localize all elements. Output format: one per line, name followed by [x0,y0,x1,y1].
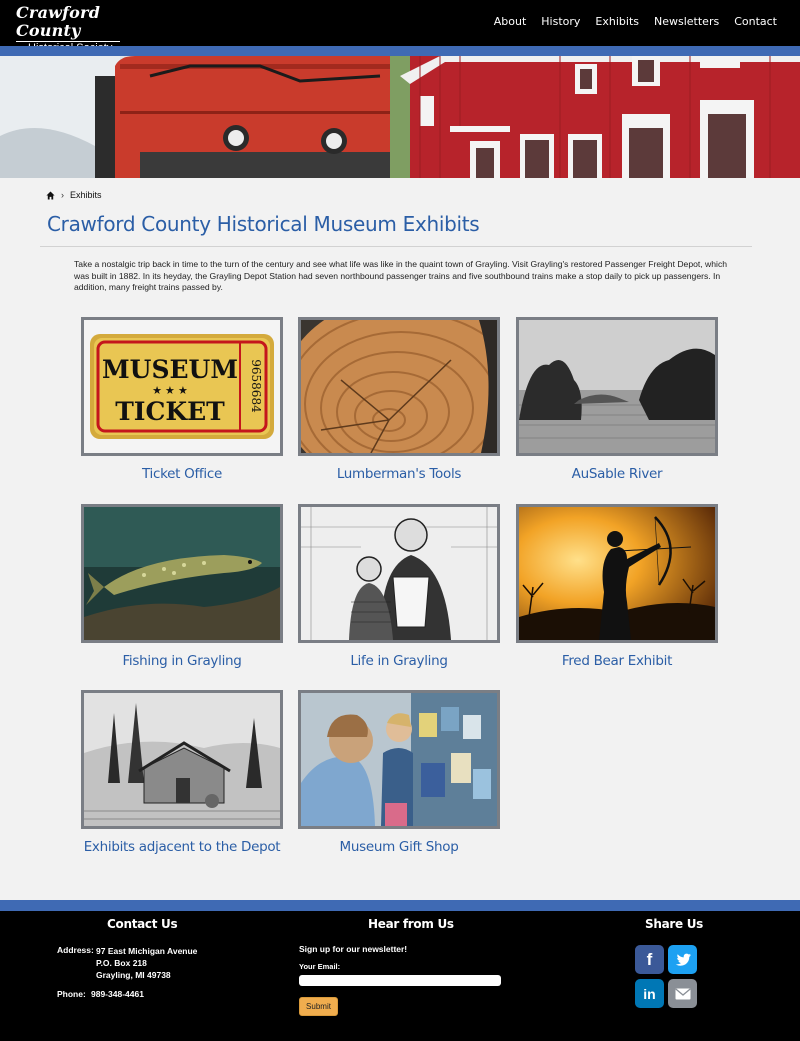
exhibit-image [298,690,500,829]
intro-paragraph: Take a nostalgic trip back in time to th… [74,259,728,292]
address-line: Grayling, MI 49738 [96,970,171,980]
email-label: Your Email: [299,962,341,971]
ticket-number: 9658684 [249,359,263,413]
header-accent-band [0,46,800,56]
envelope-icon[interactable] [668,979,697,1008]
exhibit-title: Lumberman's Tools [336,466,462,482]
exhibit-card-lumbermans-tools[interactable]: Lumberman's Tools [298,317,500,482]
address-line: 97 East Michigan Avenue [96,946,198,956]
submit-button[interactable]: Submit [299,997,338,1016]
phone-number[interactable]: 989-348-4461 [91,989,144,999]
exhibit-title: Life in Grayling [350,653,448,669]
exhibit-title: Fred Bear Exhibit [561,653,673,669]
exhibit-title: Museum Gift Shop [339,839,459,855]
nav-about[interactable]: About [494,15,527,28]
chevron-right-icon: › [61,190,64,200]
exhibit-card-exhibits-adjacent-to-depot[interactable]: Exhibits adjacent to the Depot [81,690,283,855]
phone-label: Phone: [57,989,86,999]
logo-script-text: Crawford County [16,3,101,40]
footer-accent-band [0,900,800,911]
ticket-line2: TICKET [115,397,225,426]
exhibit-card-ausable-river[interactable]: AuSable River [516,317,718,482]
newsletter-text: Sign up for our newsletter! [299,944,408,954]
twitter-icon[interactable] [668,945,697,974]
email-field[interactable] [299,975,501,986]
exhibit-image [81,690,283,829]
ticket-stars: ★ ★ ★ [152,385,188,397]
site-logo[interactable]: Crawford County Historical Society [16,3,128,54]
nav-exhibits[interactable]: Exhibits [595,15,639,28]
home-icon[interactable] [46,190,55,200]
site-footer: Contact Us Address: 97 East Michigan Ave… [0,911,800,1041]
breadcrumb: › Exhibits [46,190,102,200]
nav-history[interactable]: History [541,15,580,28]
top-navbar: Crawford County Historical Society About… [0,0,800,54]
exhibit-card-museum-gift-shop[interactable]: Museum Gift Shop [298,690,500,855]
newsletter-heading: Hear from Us [368,917,454,931]
hero-banner-image [0,56,800,178]
main-nav: About History Exhibits Newsletters Conta… [494,15,777,28]
exhibit-card-life-in-grayling[interactable]: Life in Grayling [298,504,500,669]
exhibit-title: Fishing in Grayling [122,653,242,669]
exhibit-title: Exhibits adjacent to the Depot [83,839,281,855]
exhibit-image [298,317,500,456]
ticket-line1: MUSEUM [102,355,238,384]
exhibit-image: MUSEUM ★ ★ ★ TICKET 9658684 [81,317,283,456]
nav-newsletters[interactable]: Newsletters [654,15,719,28]
address-label: Address: [57,945,94,955]
contact-heading: Contact Us [107,917,178,931]
facebook-icon[interactable]: f [635,945,664,974]
page-title: Crawford County Historical Museum Exhibi… [47,212,480,236]
exhibit-card-fishing-in-grayling[interactable]: Fishing in Grayling [81,504,283,669]
exhibit-card-ticket-office[interactable]: MUSEUM ★ ★ ★ TICKET 9658684 Ticket Offic… [81,317,283,482]
exhibit-image [298,504,500,643]
exhibit-title: Ticket Office [142,466,222,482]
linkedin-icon[interactable]: in [635,979,664,1008]
breadcrumb-current: Exhibits [70,190,102,200]
exhibit-card-fred-bear-exhibit[interactable]: Fred Bear Exhibit [516,504,718,669]
nav-contact[interactable]: Contact [734,15,777,28]
title-divider [40,246,752,247]
exhibit-image [81,504,283,643]
exhibit-title: AuSable River [571,466,663,482]
share-heading: Share Us [645,917,704,931]
exhibit-image [516,317,718,456]
exhibit-image [516,504,718,643]
address-line: P.O. Box 218 [96,958,147,968]
address-block: 97 East Michigan Avenue P.O. Box 218 Gra… [96,945,197,981]
